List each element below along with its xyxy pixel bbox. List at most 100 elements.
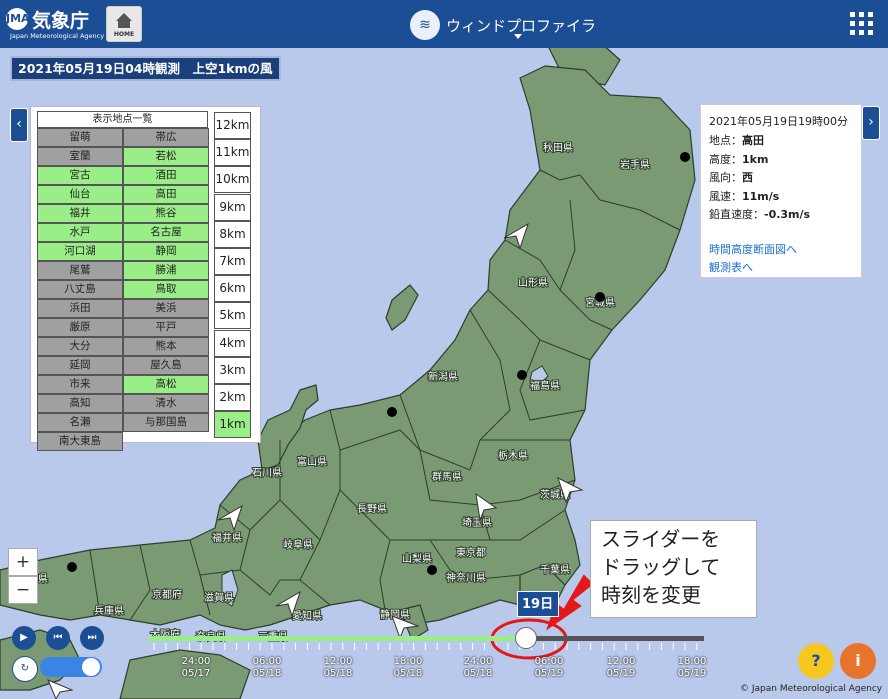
home-label: HOME: [113, 31, 135, 38]
station-item[interactable]: 清水: [123, 394, 209, 413]
info-row: 風速：11m/s: [709, 188, 779, 204]
station-item[interactable]: 尾鷲: [37, 261, 123, 280]
station-item[interactable]: 熊谷: [123, 204, 209, 223]
tick-time-label: 18:00: [677, 656, 707, 667]
tick-date-label: 05/18: [463, 668, 493, 679]
station-item[interactable]: 南大東島: [37, 432, 123, 451]
station-item[interactable]: 帯広: [123, 128, 209, 147]
altitude-7km[interactable]: 7km: [214, 248, 251, 275]
tick-time-label: 18:00: [393, 656, 423, 667]
station-item[interactable]: 延岡: [37, 356, 123, 375]
station-item[interactable]: 静岡: [123, 242, 209, 261]
zoom-in-button[interactable]: +: [8, 548, 38, 576]
home-button[interactable]: HOME: [106, 6, 142, 42]
callout-line: ドラッグして: [601, 555, 721, 579]
station-item[interactable]: 仙台: [37, 185, 123, 204]
station-item[interactable]: 平戸: [123, 318, 209, 337]
altitude-5km[interactable]: 5km: [214, 302, 251, 330]
zoom-out-button[interactable]: −: [8, 576, 38, 604]
time-slider-handle[interactable]: [515, 627, 538, 649]
station-item[interactable]: 水戸: [37, 223, 123, 242]
tick-time-label: 24:00: [463, 656, 493, 667]
station-item[interactable]: 浜田: [37, 299, 123, 318]
jma-logo[interactable]: JMA 気象庁 Japan Meteorological Agency: [6, 6, 104, 42]
station-item[interactable]: 宮古: [37, 166, 123, 185]
station-item[interactable]: 河口湖: [37, 242, 123, 261]
station-item[interactable]: 名瀬: [37, 413, 123, 432]
tick-time-label: 06:00: [252, 656, 282, 667]
manual-button[interactable]: i: [840, 643, 876, 679]
altitude-1km[interactable]: 1km: [214, 411, 251, 439]
station-item[interactable]: 福井: [37, 204, 123, 223]
station-marker[interactable]: [517, 370, 527, 380]
tick-date-label: 05/18: [323, 668, 353, 679]
station-marker[interactable]: [67, 562, 77, 572]
station-item[interactable]: 市来: [37, 375, 123, 394]
slider-track-elapsed[interactable]: [148, 636, 527, 641]
station-item[interactable]: 大分: [37, 337, 123, 356]
station-item[interactable]: 酒田: [123, 166, 209, 185]
grid-menu-button[interactable]: [842, 4, 882, 44]
time-bubble: 19日: [517, 591, 559, 617]
station-item[interactable]: 高田: [123, 185, 209, 204]
book-icon: i: [855, 651, 861, 670]
page-title: ウィンドプロファイラ: [446, 17, 597, 35]
station-item[interactable]: 若松: [123, 147, 209, 166]
station-item[interactable]: 高知: [37, 394, 123, 413]
station-item[interactable]: 熊本: [123, 337, 209, 356]
callout-line: 時刻を変更: [601, 583, 701, 607]
skip-back-button[interactable]: ⏮: [46, 626, 70, 650]
station-marker[interactable]: [595, 292, 605, 302]
altitude-3km[interactable]: 3km: [214, 356, 251, 384]
station-item[interactable]: 勝浦: [123, 261, 209, 280]
help-button[interactable]: ?: [798, 643, 834, 679]
altitude-2km[interactable]: 2km: [214, 384, 251, 411]
prefecture-label: 山梨県: [402, 552, 432, 565]
prefecture-label: 福井県: [212, 531, 242, 544]
play-icon: ▶: [20, 632, 28, 643]
time-height-link[interactable]: 時間高度断面図へ: [709, 241, 797, 257]
home-icon: [116, 13, 132, 21]
play-button[interactable]: ▶: [12, 626, 36, 650]
prefecture-label: 千葉県: [540, 563, 570, 576]
altitude-4km[interactable]: 4km: [214, 329, 251, 357]
tick-date-label: 05/17: [181, 668, 211, 679]
altitude-10km[interactable]: 10km: [214, 166, 251, 194]
station-item[interactable]: 室蘭: [37, 147, 123, 166]
altitude-12km[interactable]: 12km: [214, 112, 251, 139]
prefecture-label: 群馬県: [432, 470, 462, 483]
altitude-9km[interactable]: 9km: [214, 193, 251, 221]
station-item[interactable]: 屋久島: [123, 356, 209, 375]
station-item[interactable]: 八丈島: [37, 280, 123, 299]
tick-date-label: 05/18: [393, 668, 423, 679]
altitude-11km[interactable]: 11km: [214, 139, 251, 167]
station-item[interactable]: 鳥取: [123, 280, 209, 299]
station-item[interactable]: 与那国島: [123, 413, 209, 432]
info-row: 鉛直速度：-0.3m/s: [709, 206, 810, 222]
info-label: 風向：: [709, 171, 742, 184]
station-item[interactable]: 厳原: [37, 318, 123, 337]
station-marker[interactable]: [680, 152, 690, 162]
station-marker[interactable]: [427, 565, 437, 575]
info-value: 西: [742, 171, 753, 184]
wind-icon: ≋: [410, 10, 440, 40]
station-item[interactable]: 名古屋: [123, 223, 209, 242]
logo-text: 気象庁: [32, 10, 90, 32]
station-item[interactable]: 高松: [123, 375, 209, 394]
info-value: -0.3m/s: [764, 208, 811, 221]
station-item[interactable]: 美浜: [123, 299, 209, 318]
skip-forward-button[interactable]: ⏭: [80, 626, 104, 650]
observation-table-link[interactable]: 観測表へ: [709, 259, 753, 275]
slider-track-remaining[interactable]: [526, 636, 704, 641]
info-row: 高度：1km: [709, 151, 768, 167]
station-marker[interactable]: [387, 407, 397, 417]
animation-toggle[interactable]: [40, 657, 102, 677]
collapse-right-button[interactable]: ›: [862, 106, 880, 140]
info-datetime: 2021年05月19日19時00分: [709, 115, 848, 128]
prefecture-label: 岐阜県: [283, 538, 313, 551]
altitude-8km[interactable]: 8km: [214, 220, 251, 248]
altitude-6km[interactable]: 6km: [214, 275, 251, 303]
prefecture-label: 富山県: [297, 455, 327, 468]
collapse-left-button[interactable]: ‹: [10, 108, 28, 142]
station-item[interactable]: 留萌: [37, 128, 123, 147]
